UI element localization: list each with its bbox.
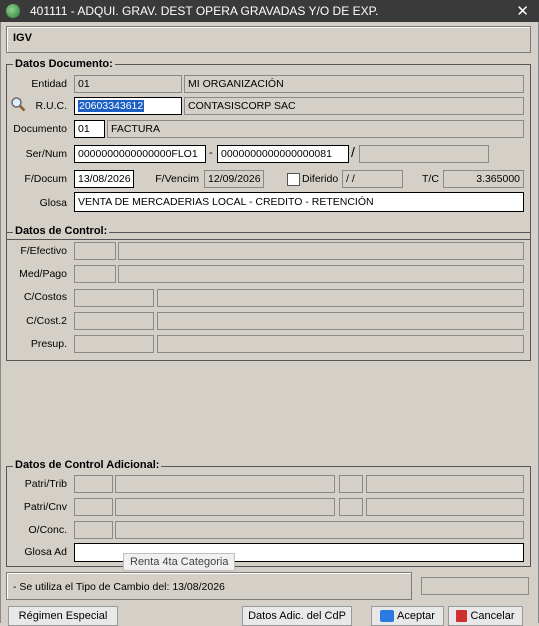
sernum-label: Ser/Num	[25, 148, 67, 160]
numero-slash: /	[351, 144, 355, 160]
datos-control-legend: Datos de Control:	[13, 225, 110, 237]
ccost2-label: C/Cost.2	[26, 315, 67, 327]
documento-label: Documento	[13, 123, 67, 135]
ccost2-desc-field	[157, 312, 524, 330]
patricnv-code2-field[interactable]	[339, 498, 363, 516]
glosa-input[interactable]: VENTA DE MERCADERIAS LOCAL - CREDITO - R…	[74, 192, 524, 212]
oconc-code-field[interactable]	[74, 521, 113, 539]
fefectivo-code-field[interactable]	[74, 242, 116, 260]
fdocum-input[interactable]: 13/08/2026	[74, 170, 134, 188]
status-side-field	[421, 577, 529, 595]
documento-name-field: FACTURA	[107, 120, 524, 138]
diferido-date-field[interactable]: / /	[342, 170, 403, 188]
regimen-especial-button[interactable]: Régimen Especial	[8, 606, 118, 626]
entidad-name-field: MI ORGANIZACIÓN	[184, 75, 524, 93]
presup-label: Presup.	[30, 338, 67, 350]
documento-code-input[interactable]: 01	[74, 120, 105, 138]
presup-code-field[interactable]	[74, 335, 154, 353]
patricnv-code-field[interactable]	[74, 498, 113, 516]
ruc-name-field: CONTASISCORP SAC	[184, 97, 524, 115]
cancelar-label: Cancelar	[470, 610, 515, 622]
fdocum-label: F/Docum	[24, 173, 67, 185]
renta-tooltip: Renta 4ta Categoria	[123, 553, 236, 571]
check-icon	[380, 610, 395, 623]
fefectivo-label: F/Efectivo	[20, 245, 67, 257]
patricnv-desc2-field	[366, 498, 524, 516]
fvencim-field[interactable]: 12/09/2026	[204, 170, 264, 188]
ccostos-label: C/Costos	[23, 291, 67, 303]
oconc-desc-field	[115, 521, 524, 539]
ccost2-code-field[interactable]	[74, 312, 154, 330]
patricnv-desc-field	[115, 498, 335, 516]
tax-label: IGV	[13, 32, 32, 44]
glosa-label: Glosa	[39, 197, 67, 209]
numero-extra-field[interactable]	[359, 145, 489, 163]
numero-input[interactable]: 0000000000000000081	[217, 145, 349, 163]
medpago-code-field[interactable]	[74, 265, 116, 283]
close-icon[interactable]: ✕	[516, 2, 529, 20]
ccostos-code-field[interactable]	[74, 289, 154, 307]
patritrib-code-field[interactable]	[74, 475, 113, 493]
window-title: 401111 - ADQUI. GRAV. DEST OPERA GRAVADA…	[30, 4, 379, 18]
fefectivo-desc-field	[118, 242, 524, 260]
aceptar-label: Aceptar	[397, 610, 435, 622]
medpago-desc-field	[118, 265, 524, 283]
patritrib-label: Patri/Trib	[24, 478, 67, 490]
medpago-label: Med/Pago	[19, 268, 67, 280]
status-text: - Se utiliza el Tipo de Cambio del: 13/0…	[13, 581, 225, 593]
tc-field: 3.365000	[443, 170, 524, 188]
patritrib-code2-field[interactable]	[339, 475, 363, 493]
patritrib-desc2-field	[366, 475, 524, 493]
oconc-label: O/Conc.	[28, 524, 67, 536]
title-bar: 401111 - ADQUI. GRAV. DEST OPERA GRAVADA…	[0, 0, 539, 22]
app-icon	[6, 4, 20, 18]
exit-icon	[456, 610, 468, 623]
ruc-input[interactable]: 20603343612	[74, 97, 182, 115]
datos-control-adicional-legend: Datos de Control Adicional:	[13, 459, 162, 471]
glosaad-label: Glosa Ad	[24, 546, 67, 558]
tax-header-box	[6, 26, 531, 53]
serie-input[interactable]: 0000000000000000FLO1	[74, 145, 206, 163]
ruc-label: R.U.C.	[35, 100, 68, 112]
patritrib-desc-field	[115, 475, 335, 493]
ruc-value: 20603343612	[78, 100, 145, 112]
diferido-checkbox[interactable]	[287, 173, 300, 186]
tc-label: T/C	[422, 173, 439, 185]
search-icon[interactable]	[10, 96, 26, 112]
entidad-code-field[interactable]: 01	[74, 75, 182, 93]
serie-dash: -	[209, 147, 213, 159]
cancelar-button[interactable]: Cancelar	[448, 606, 523, 626]
dialog-body: IGV Datos Documento: Entidad 01 MI ORGAN…	[0, 22, 539, 626]
presup-desc-field	[157, 335, 524, 353]
ccostos-desc-field	[157, 289, 524, 307]
datos-adic-cdp-button[interactable]: Datos Adic. del CdP	[242, 606, 352, 626]
datos-documento-legend: Datos Documento:	[13, 58, 115, 70]
fvencim-label: F/Vencim	[155, 173, 199, 185]
aceptar-button[interactable]: Aceptar	[371, 606, 444, 626]
patricnv-label: Patri/Cnv	[23, 501, 67, 513]
entidad-label: Entidad	[31, 78, 67, 90]
diferido-label: Diferido	[302, 173, 339, 185]
